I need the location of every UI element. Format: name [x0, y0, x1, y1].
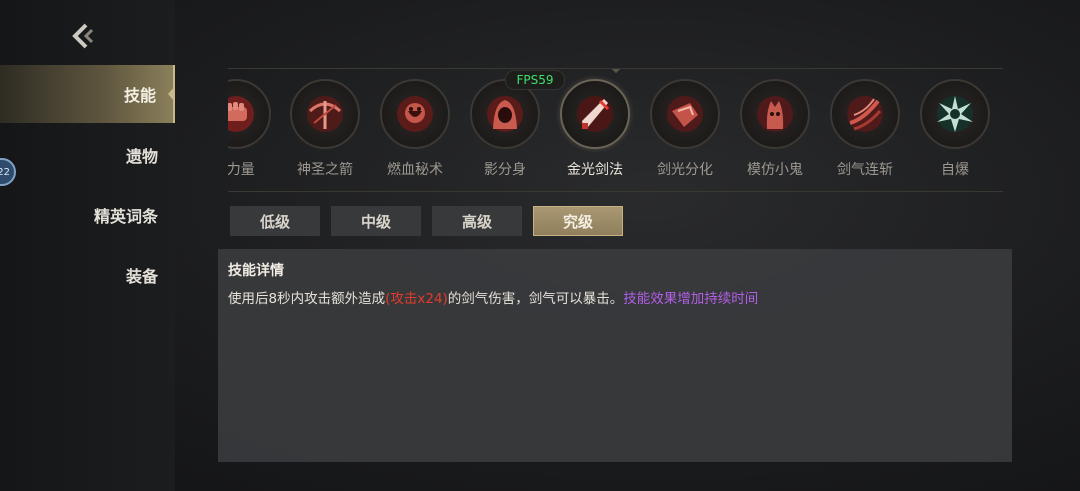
desc-bonus: 技能效果增加持续时间	[623, 291, 759, 307]
skill-ring	[380, 79, 450, 149]
skill-ring	[920, 79, 990, 149]
skill-slot[interactable]: X力量	[228, 79, 274, 179]
skill-name: 剑光分化	[657, 162, 713, 178]
golden-sword-icon	[577, 96, 613, 132]
imp-icon	[757, 96, 793, 132]
skill-ring	[650, 79, 720, 149]
skill-slot[interactable]: 剑气连斩	[827, 79, 903, 179]
split-blade-icon	[667, 96, 703, 132]
skill-bar: X力量 神圣之箭 燃血秘术	[228, 68, 1003, 192]
back-button[interactable]	[66, 20, 100, 52]
skill-name: 金光剑法	[567, 162, 623, 178]
skill-name: 剑气连斩	[837, 162, 893, 178]
skill-ring	[290, 79, 360, 149]
sidebar: 技能 遗物 精英词条 装备	[0, 0, 175, 491]
slash-icon	[847, 96, 883, 132]
sidebar-item-relics[interactable]: 遗物	[0, 126, 175, 184]
skill-slot[interactable]: 剑光分化	[647, 79, 723, 179]
skill-slot[interactable]: 自爆	[917, 79, 993, 179]
sidebar-item-label: 技能	[123, 86, 156, 105]
sidebar-item-skills[interactable]: 技能	[0, 65, 175, 123]
back-arrow-icon	[72, 23, 94, 49]
skill-ring	[740, 79, 810, 149]
active-caret-icon	[168, 86, 175, 102]
fps-counter: FPS59	[505, 70, 565, 90]
tier-tab-mid[interactable]: 中级	[331, 206, 421, 236]
crossbow-icon	[307, 96, 343, 132]
skill-slot[interactable]: 影分身	[467, 79, 543, 179]
tier-tab-ultimate[interactable]: 究级	[533, 206, 623, 236]
skill-ring	[228, 79, 271, 149]
desc-suffix: 的剑气伤害，剑气可以暴击。	[447, 291, 624, 307]
blood-rage-icon	[397, 96, 433, 132]
skill-slot[interactable]: 模仿小鬼	[737, 79, 813, 179]
skill-name: 自爆	[941, 162, 969, 178]
tier-tab-high[interactable]: 高级	[432, 206, 522, 236]
skill-ring	[830, 79, 900, 149]
skill-name: 影分身	[484, 162, 526, 178]
sidebar-item-label: 遗物	[125, 147, 158, 166]
skill-name: 神圣之箭	[297, 162, 353, 178]
skill-ring	[560, 79, 630, 149]
desc-damage-value: (攻击x24)	[385, 291, 448, 307]
sidebar-item-elite-traits[interactable]: 精英词条	[0, 186, 175, 244]
skill-detail-panel: 技能详情 使用后8秒内攻击额外造成(攻击x24)的剑气伤害，剑气可以暴击。技能效…	[218, 249, 1012, 462]
detail-description: 使用后8秒内攻击额外造成(攻击x24)的剑气伤害，剑气可以暴击。技能效果增加持续…	[228, 287, 758, 307]
skill-slot[interactable]: 神圣之箭	[287, 79, 363, 179]
fist-icon	[228, 96, 254, 132]
desc-prefix: 使用后8秒内攻击额外造成	[228, 291, 386, 307]
sidebar-item-label: 精英词条	[93, 207, 158, 226]
explosion-icon	[937, 96, 973, 132]
skill-name: 燃血秘术	[387, 162, 443, 178]
skill-slot[interactable]: 燃血秘术	[377, 79, 453, 179]
divider-ornament	[611, 69, 621, 74]
sidebar-item-label: 装备	[125, 267, 158, 286]
skill-name: 模仿小鬼	[747, 162, 803, 178]
shadow-hood-icon	[487, 96, 523, 132]
skill-name: X力量	[228, 162, 255, 178]
detail-title: 技能详情	[228, 263, 284, 279]
sidebar-item-equipment[interactable]: 装备	[0, 246, 175, 304]
skill-slot-selected[interactable]: 金光剑法	[557, 79, 633, 179]
tier-tab-low[interactable]: 低级	[230, 206, 320, 236]
